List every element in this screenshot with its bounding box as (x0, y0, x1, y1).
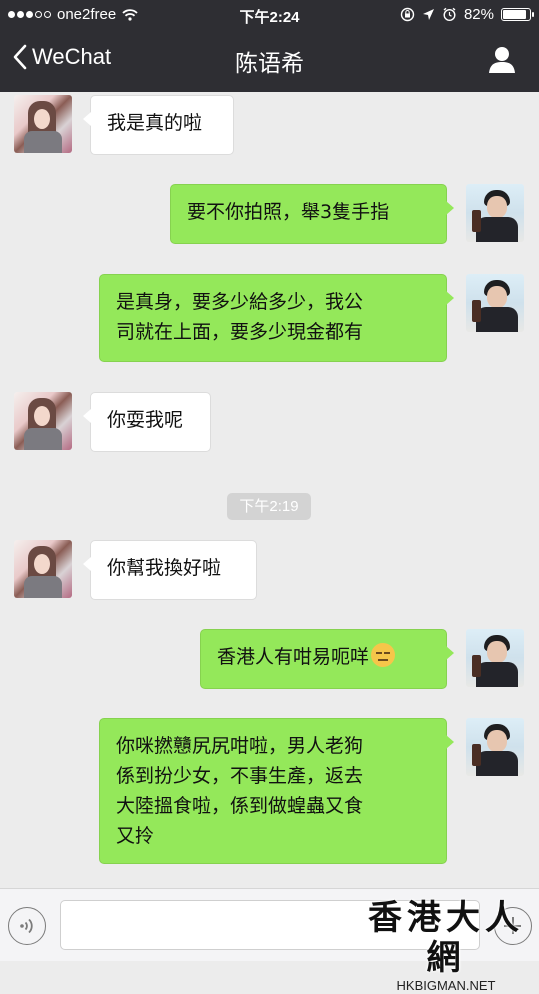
battery-percent: 82% (463, 6, 494, 23)
message-bubble-sent[interactable]: 是真身，要多少給多少，我公 司就在上面，要多少現金都有 (99, 274, 454, 362)
message-bubble-sent[interactable]: 你咪撚戇尻尻咁啦，男人老狗 係到扮少女，不事生產，返去 大陸搵食啦，係到做蝗蟲又… (99, 718, 454, 864)
message-text: 你幫我換好啦 (107, 557, 222, 579)
status-right: 82% (400, 6, 534, 23)
time-divider: 下午2:19 (227, 493, 311, 520)
message-text-line: 又拎 (116, 825, 155, 847)
message-text-line: 司就在上面，要多少現金都有 (116, 321, 364, 343)
status-bar: one2free 下午2:24 82% (0, 0, 539, 30)
alarm-icon (443, 7, 456, 22)
battery-icon (501, 8, 534, 21)
my-avatar[interactable] (466, 629, 524, 687)
watermark-main: 香港大人網 (368, 898, 524, 978)
battery-fill (503, 10, 526, 19)
watermark-sub: HKBIGMAN.NET (396, 978, 496, 993)
voice-button[interactable] (8, 907, 46, 945)
watermark: 香港大人網 HKBIGMAN.NET (358, 898, 534, 994)
message-text: 我是真的啦 (107, 112, 203, 134)
message-text-line: 你咪撚戇尻尻咁啦，男人老狗 (116, 735, 364, 757)
message-text-line: 大陸搵食啦，係到做蝗蟲又食 (116, 795, 364, 817)
my-avatar[interactable] (466, 718, 524, 776)
expressionless-face-emoji (371, 643, 396, 667)
message-text-line: 是真身，要多少給多少，我公 (116, 291, 364, 313)
my-avatar[interactable] (466, 184, 524, 242)
message-bubble-sent[interactable]: 要不你拍照，舉3隻手指 (170, 184, 454, 244)
message-bubble-sent[interactable]: 香港人有咁易呃咩 (200, 629, 454, 689)
chat-title: 陈语希 (235, 51, 304, 77)
message-text: 你耍我呢 (107, 409, 184, 431)
message-bubble-received[interactable]: 我是真的啦 (83, 95, 234, 155)
location-arrow-icon (422, 9, 434, 20)
chat-area[interactable]: 我是真的啦 要不你拍照，舉3隻手指 是真身，要多少給多少，我公 司就在上面，要多… (0, 92, 539, 888)
message-text: 要不你拍照，舉3隻手指 (187, 201, 390, 223)
contact-avatar[interactable] (14, 540, 72, 598)
voice-icon (20, 918, 33, 934)
message-text-line: 係到扮少女，不事生產，返去 (116, 765, 364, 787)
message-bubble-received[interactable]: 你耍我呢 (83, 392, 211, 452)
rotation-lock-icon (400, 7, 415, 22)
nav-bar: WeChat 陈语希 (0, 30, 539, 92)
person-icon[interactable] (487, 45, 517, 75)
contact-avatar[interactable] (14, 95, 72, 153)
contact-avatar[interactable] (14, 392, 72, 450)
message-bubble-received[interactable]: 你幫我換好啦 (83, 540, 257, 600)
my-avatar[interactable] (466, 274, 524, 332)
message-text: 香港人有咁易呃咩 (217, 646, 370, 668)
